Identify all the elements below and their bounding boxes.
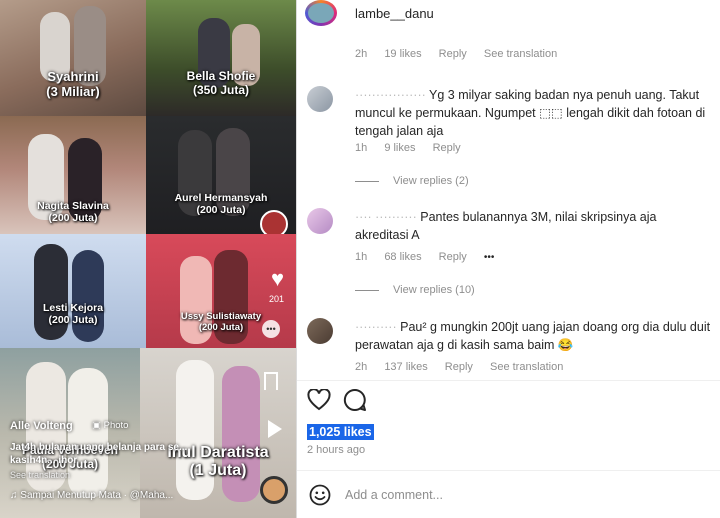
tile-name: Bella Shofie — [186, 69, 256, 83]
view-replies-label: View replies (10) — [393, 284, 475, 296]
view-replies-button[interactable]: View replies (2) — [355, 175, 469, 187]
tile-bella: Bella Shofie (350 Juta) — [146, 0, 296, 116]
post-timestamp: 2 hours ago — [307, 444, 366, 456]
comment-likes[interactable]: 137 likes — [384, 361, 427, 373]
comment-body: ···· ·········· Pantes bulanannya 3M, ni… — [355, 208, 713, 244]
comment-time: 2h — [355, 361, 368, 373]
likes-count[interactable]: 1,025 likes — [307, 424, 374, 440]
emoji-icon[interactable] — [309, 484, 331, 506]
tile-nagita: Nagita Slavina (200 Juta) — [0, 116, 146, 234]
thread-line — [355, 180, 379, 182]
overlay-music: ♫ Sampai Menutup Mata · @Maha... — [10, 490, 173, 501]
comment-text: Pau² g mungkin 200jt uang jajan doang or… — [355, 320, 711, 352]
comment-likes[interactable]: 68 likes — [384, 251, 421, 263]
see-translation-link[interactable]: See translation — [484, 48, 557, 60]
more-options-icon[interactable]: ••• — [262, 320, 280, 338]
comment-likes[interactable]: 9 likes — [384, 142, 415, 154]
commenter-avatar[interactable] — [307, 318, 333, 344]
comment-meta: 1h 9 likes Reply — [355, 142, 475, 154]
share-icon[interactable] — [268, 420, 282, 438]
tile-amount: (3 Miliar) — [46, 83, 100, 99]
tile-syahrini: Syahrini (3 Miliar) — [0, 0, 146, 116]
see-translation-link[interactable]: See translation — [490, 361, 563, 373]
reply-button[interactable]: Reply — [439, 251, 467, 263]
view-replies-button[interactable]: View replies (10) — [355, 284, 475, 296]
add-comment-input[interactable]: Add a comment... — [345, 488, 443, 502]
overlay-photo-badge: ▣ Photo — [92, 420, 128, 431]
tile-amount: (200 Juta) — [48, 212, 98, 225]
post-header: lambe__danu — [297, 0, 720, 30]
music-note-icon: ♫ — [10, 490, 21, 501]
comment-time: 1h — [355, 142, 368, 154]
tile-amount: (350 Juta) — [192, 82, 250, 97]
tile-name: Nagita Slavina — [37, 200, 109, 212]
comment-meta: 1h 68 likes Reply ••• — [355, 251, 508, 263]
reply-button[interactable]: Reply — [433, 142, 461, 154]
commenter-username[interactable]: ·········· — [355, 320, 397, 334]
view-replies-label: View replies (2) — [393, 175, 469, 187]
music-title: Sampai Menutup Mata · @Maha... — [20, 490, 174, 501]
commenter-avatar[interactable] — [307, 208, 333, 234]
commenter-username[interactable]: ················· — [355, 88, 426, 102]
overlay-user[interactable]: Alle Volteng — [10, 420, 73, 432]
comment-time: 2h — [355, 48, 368, 60]
comment-meta: 2h 137 likes Reply See translation — [355, 361, 577, 373]
comment-body: ················· Yg 3 milyar saking bad… — [355, 86, 713, 140]
comment-likes[interactable]: 19 likes — [384, 48, 421, 60]
tile-name: Aurel Hermansyah — [174, 192, 268, 204]
heart-outline-icon[interactable] — [307, 389, 331, 411]
comments-panel: lambe__danu 2h 19 likes Reply See transl… — [297, 0, 720, 518]
photo-icon: ▣ — [92, 420, 104, 431]
tile-aurel: Aurel Hermansyah (200 Juta) + — [146, 116, 296, 234]
tile-name: Lesti Kejora — [42, 302, 104, 314]
comment-options-icon[interactable]: ••• — [484, 252, 495, 263]
commenter-avatar[interactable] — [307, 86, 333, 112]
action-bar — [297, 380, 720, 418]
add-comment-bar: Add a comment... — [297, 470, 720, 518]
reply-button[interactable]: Reply — [445, 361, 473, 373]
comment-body: ·········· Pau² g mungkin 200jt uang jaj… — [355, 318, 713, 354]
comment-meta: 2h 19 likes Reply See translation — [355, 48, 571, 60]
tile-amount: (200 Juta) — [48, 314, 98, 327]
overlay-caption: Jat4h bulanan uang belanja para se... ka… — [10, 442, 188, 466]
tile-name: Syahrini — [47, 69, 99, 84]
music-disc-icon — [260, 476, 288, 504]
poster-avatar[interactable] — [305, 0, 337, 26]
like-count: 201 — [268, 294, 284, 304]
poster-username[interactable]: lambe__danu — [355, 6, 434, 21]
comment-time: 1h — [355, 251, 368, 263]
tile-ussy: Ussy Sulistiawaty (200 Juta) ♥ 201 ••• — [146, 234, 296, 348]
reply-button[interactable]: Reply — [439, 48, 467, 60]
thread-line — [355, 289, 379, 291]
comment-bubble-icon[interactable] — [343, 388, 367, 412]
creator-avatar[interactable] — [260, 210, 288, 234]
bookmark-icon[interactable] — [264, 372, 278, 390]
post-image[interactable]: Syahrini (3 Miliar) Bella Shofie (350 Ju… — [0, 0, 296, 518]
tile-lesti: Lesti Kejora (200 Juta) — [0, 234, 146, 348]
heart-icon[interactable]: ♥ — [271, 268, 284, 290]
commenter-username[interactable]: ···· ·········· — [355, 210, 417, 224]
photo-label: Photo — [103, 420, 129, 431]
overlay-see-translation[interactable]: See translation — [10, 470, 70, 480]
